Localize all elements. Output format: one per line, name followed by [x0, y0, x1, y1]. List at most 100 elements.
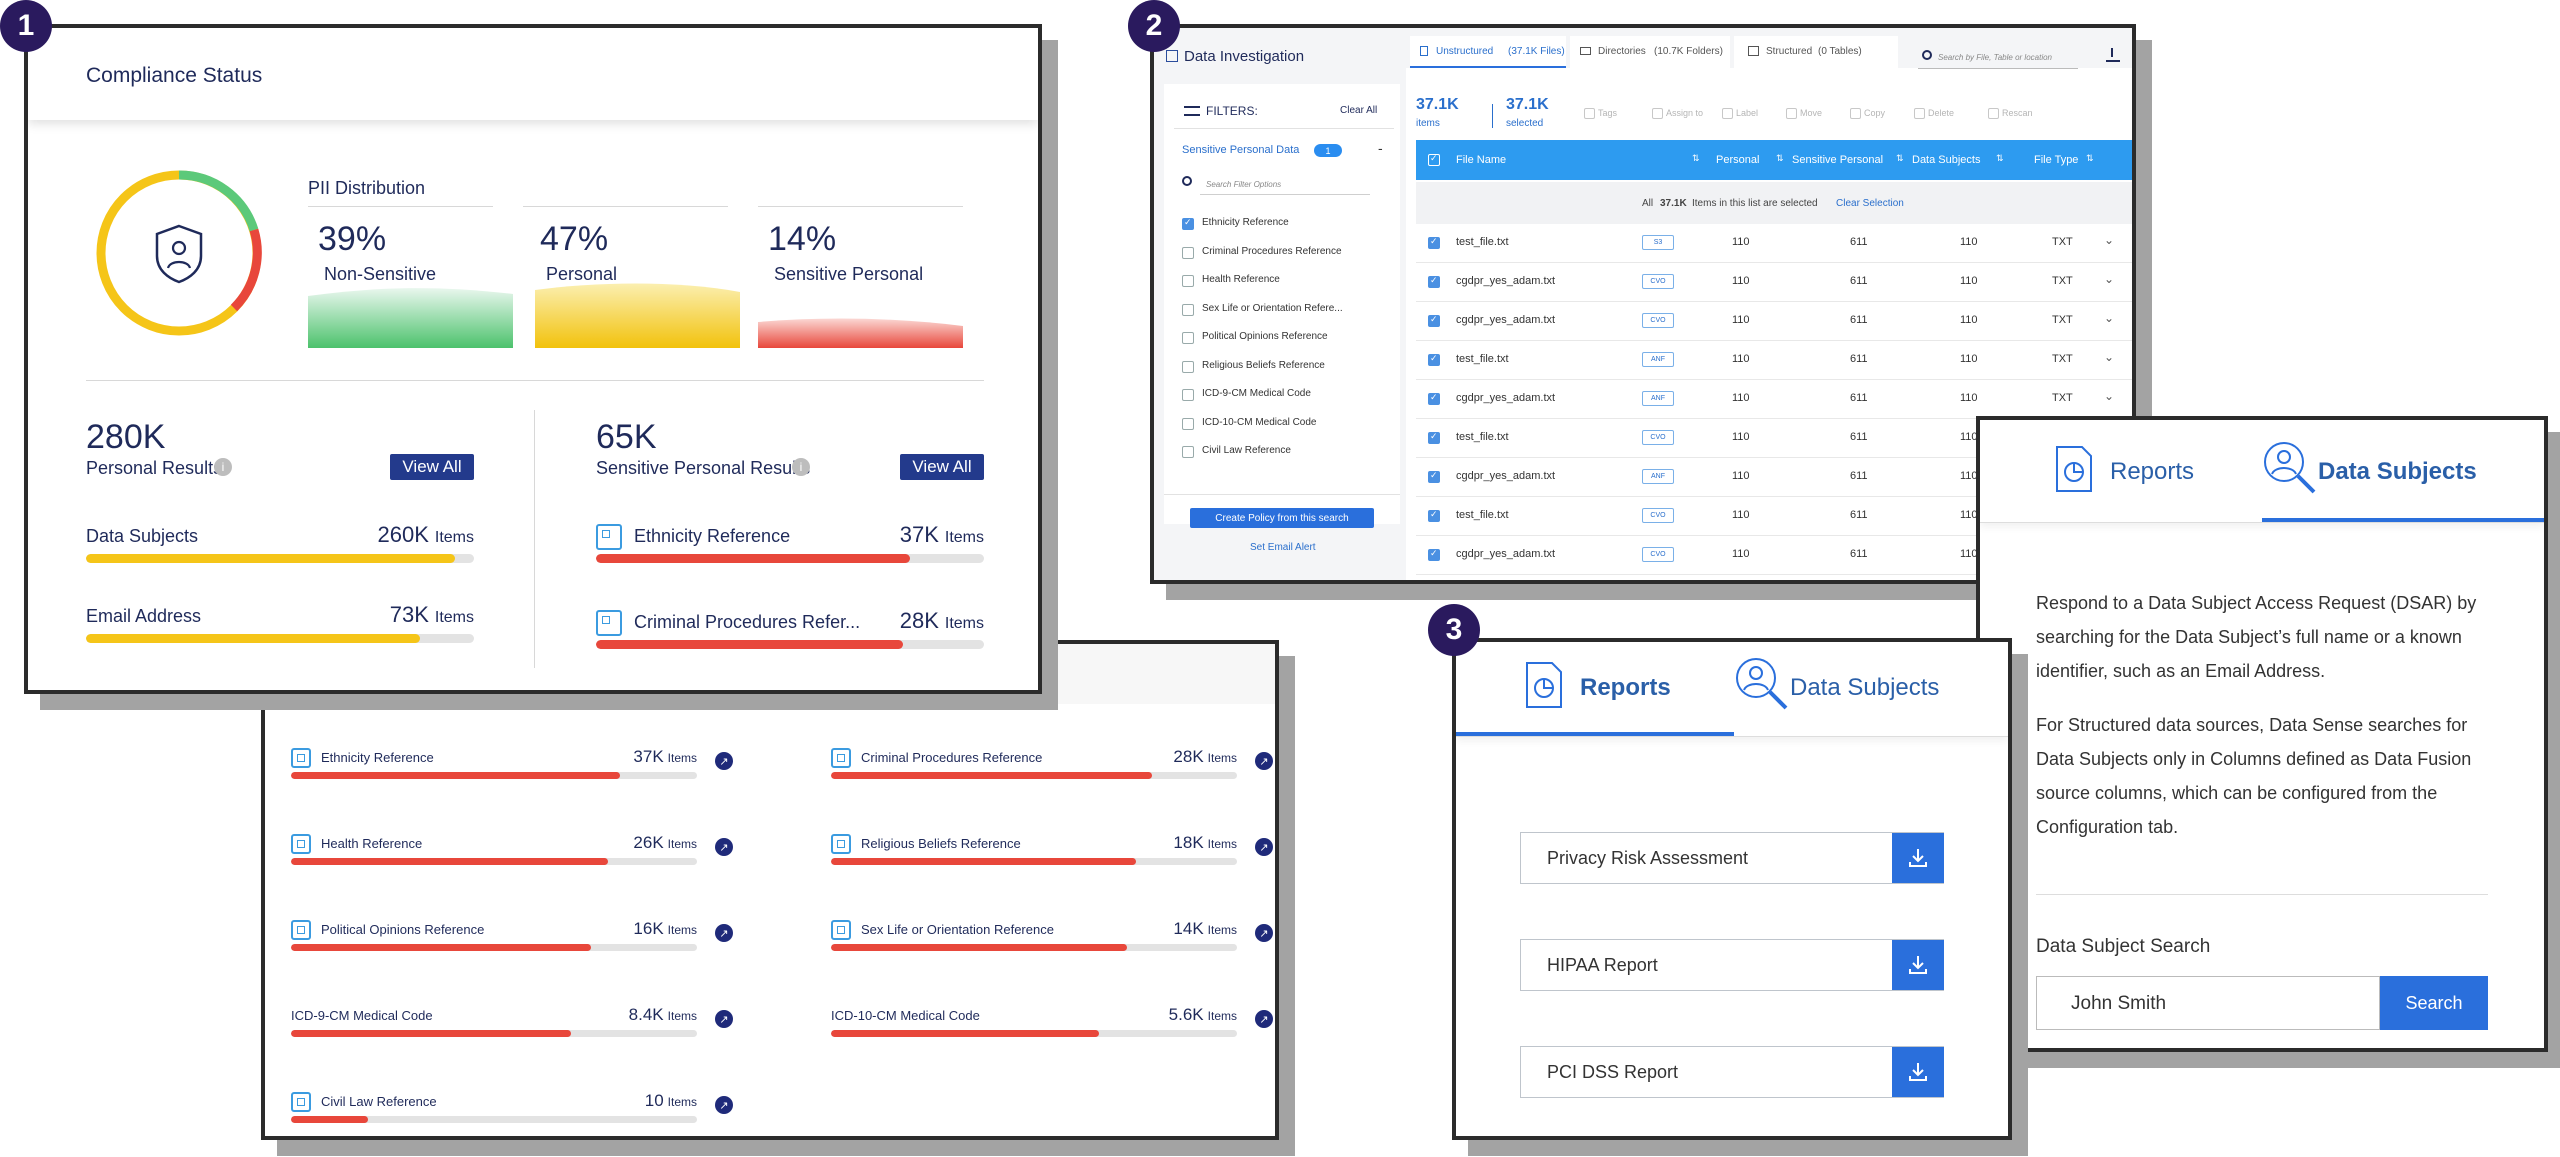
- row-checkbox[interactable]: [1428, 431, 1440, 444]
- tab-directories[interactable]: Directories (10.7K Folders): [1570, 36, 1730, 68]
- sort-icon[interactable]: ⇅: [1896, 153, 1904, 164]
- row-checkbox[interactable]: [1428, 353, 1440, 366]
- pii-divider: [523, 206, 728, 207]
- filter-checkbox[interactable]: [1182, 275, 1194, 287]
- row-checkbox[interactable]: [1428, 275, 1440, 288]
- sort-icon[interactable]: ⇅: [1996, 153, 2004, 164]
- row-checkbox[interactable]: [1428, 509, 1440, 522]
- result-unit: Items: [667, 751, 697, 765]
- pii-divider: [308, 206, 493, 207]
- sensitive-results-count: 65K: [596, 418, 657, 456]
- table-row[interactable]: cgdpr_yes_adam.txt ANF 110 611 110 TXT ⌄: [1416, 380, 2132, 419]
- search-button[interactable]: Search: [2380, 976, 2488, 1030]
- tab-unstructured[interactable]: Unstructured (37.1K Files): [1410, 36, 1566, 68]
- filter-checkbox[interactable]: [1182, 360, 1194, 373]
- row-checkbox[interactable]: [1428, 236, 1440, 249]
- open-arrow-icon[interactable]: ↗: [715, 838, 733, 856]
- table-row[interactable]: cgdpr_yes_adam.txt CVO 110 611 110 TXT ⌄: [1416, 302, 2132, 341]
- download-report-button[interactable]: [1892, 940, 1944, 990]
- tab-data-subjects[interactable]: Data Subjects: [2262, 420, 2544, 522]
- filter-group-title[interactable]: Sensitive Personal Data: [1182, 144, 1299, 156]
- set-email-alert-link[interactable]: Set Email Alert: [1250, 542, 1316, 553]
- open-arrow-icon[interactable]: ↗: [715, 924, 733, 942]
- clear-all-link[interactable]: Clear All: [1340, 105, 1377, 116]
- table-row[interactable]: test_file.txt ANF 110 611 110 TXT ⌄: [1416, 341, 2132, 380]
- open-arrow-icon[interactable]: ↗: [1255, 924, 1273, 942]
- tab-reports[interactable]: Reports: [1456, 642, 1734, 736]
- open-arrow-icon[interactable]: ↗: [1255, 838, 1273, 856]
- chip-icon: [831, 834, 851, 854]
- create-policy-button[interactable]: Create Policy from this search: [1190, 508, 1374, 528]
- download-report-button[interactable]: [1892, 1047, 1944, 1097]
- row-checkbox[interactable]: [1428, 548, 1440, 561]
- collapse-icon[interactable]: -: [1378, 140, 1383, 156]
- cell-sensitive: 611: [1850, 509, 1868, 521]
- row-checkbox[interactable]: [1428, 314, 1440, 327]
- dist-area-yellow: [535, 283, 740, 348]
- chevron-down-icon[interactable]: ⌄: [2104, 272, 2114, 286]
- sort-icon[interactable]: ⇅: [2086, 153, 2094, 164]
- sort-icon[interactable]: ⇅: [1776, 153, 1784, 164]
- col-file-type[interactable]: File Type: [2034, 154, 2078, 166]
- tab-structured[interactable]: Structured (0 Tables): [1734, 36, 1898, 68]
- chevron-down-icon[interactable]: ⌄: [2104, 389, 2114, 403]
- download-report-button[interactable]: [1892, 833, 1944, 883]
- cell-file-name: test_file.txt: [1456, 509, 1509, 521]
- progress-bar: [291, 944, 697, 951]
- source-tag: CVO: [1642, 274, 1674, 289]
- row-checkbox[interactable]: [1428, 470, 1440, 483]
- dist-percent: 14%: [768, 220, 837, 258]
- filter-checkbox[interactable]: [1182, 417, 1194, 430]
- table-row[interactable]: test_file.txt S3 110 611 110 TXT ⌄: [1416, 224, 2132, 263]
- open-arrow-icon[interactable]: ↗: [715, 1010, 733, 1028]
- tab-reports[interactable]: Reports: [1980, 420, 2262, 522]
- col-data-subjects[interactable]: Data Subjects: [1912, 154, 1980, 166]
- filter-checkbox[interactable]: [1182, 446, 1194, 458]
- progress-fill: [86, 554, 455, 563]
- filter-checkbox[interactable]: [1182, 303, 1194, 316]
- chevron-down-icon[interactable]: ⌄: [2104, 233, 2114, 247]
- sort-icon[interactable]: ⇅: [1692, 153, 1700, 164]
- chip-icon: [291, 1092, 311, 1112]
- open-arrow-icon[interactable]: ↗: [1255, 1010, 1273, 1028]
- filter-checkbox[interactable]: [1182, 217, 1194, 230]
- result-name: Criminal Procedures Reference: [861, 750, 1043, 765]
- result-number: 5.6K: [1168, 1005, 1204, 1024]
- table-row[interactable]: cgdpr_yes_adam.txt CVO 110 611 110 TXT ⌄: [1416, 263, 2132, 302]
- select-all-checkbox[interactable]: [1428, 153, 1440, 166]
- view-all-personal-button[interactable]: View All: [390, 454, 474, 480]
- col-personal[interactable]: Personal: [1716, 154, 1759, 166]
- cell-file-type: TXT: [2052, 392, 2073, 404]
- info-icon[interactable]: i: [214, 458, 232, 476]
- clear-selection-link[interactable]: Clear Selection: [1836, 198, 1904, 209]
- data-subject-search-input[interactable]: John Smith: [2036, 976, 2380, 1030]
- filter-checkbox[interactable]: [1182, 389, 1194, 401]
- cell-personal: 110: [1732, 470, 1750, 482]
- chevron-down-icon[interactable]: ⌄: [2104, 311, 2114, 325]
- progress-bar: [291, 1116, 697, 1123]
- filter-checkbox[interactable]: [1182, 246, 1194, 259]
- report-name: HIPAA Report: [1547, 955, 1658, 975]
- chevron-down-icon[interactable]: ⌄: [2104, 350, 2114, 364]
- dist-area-red: [758, 318, 963, 348]
- col-file-name[interactable]: File Name: [1456, 154, 1506, 166]
- filter-search-input[interactable]: Search Filter Options: [1206, 180, 1281, 189]
- cell-file-name: test_file.txt: [1456, 353, 1509, 365]
- pii-distribution-title: PII Distribution: [308, 178, 426, 198]
- open-arrow-icon[interactable]: ↗: [1255, 752, 1273, 770]
- info-icon[interactable]: i: [792, 458, 810, 476]
- open-arrow-icon[interactable]: ↗: [715, 1096, 733, 1114]
- report-name: Privacy Risk Assessment: [1547, 848, 1749, 868]
- file-search-input[interactable]: Search by File, Table or location: [1938, 53, 2052, 62]
- cell-sensitive: 611: [1850, 353, 1868, 365]
- selected-label: selected: [1506, 118, 1544, 129]
- tab-data-subjects[interactable]: Data Subjects: [1734, 642, 2008, 736]
- metric-name: Ethnicity Reference: [634, 526, 791, 546]
- filter-checkbox[interactable]: [1182, 332, 1194, 344]
- action-label: Move: [1800, 108, 1823, 118]
- open-arrow-icon[interactable]: ↗: [715, 752, 733, 770]
- view-all-sensitive-button[interactable]: View All: [900, 454, 984, 480]
- col-sensitive[interactable]: Sensitive Personal: [1792, 154, 1883, 166]
- download-icon[interactable]: [2106, 48, 2120, 62]
- row-checkbox[interactable]: [1428, 392, 1440, 405]
